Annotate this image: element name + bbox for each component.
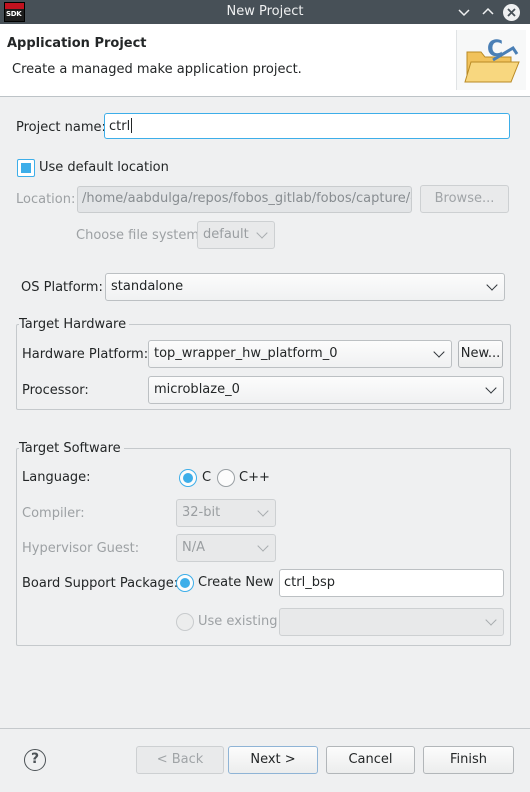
next-button[interactable]: Next > xyxy=(228,746,318,774)
hardware-platform-value: top_wrapper_hw_platform_0 xyxy=(154,346,338,361)
chevron-down-icon xyxy=(256,227,268,239)
target-software-title: Target Software xyxy=(19,441,124,456)
title-bar[interactable]: SDK New Project xyxy=(0,0,530,24)
processor-value: microblaze_0 xyxy=(154,382,240,397)
hardware-platform-label: Hardware Platform: xyxy=(22,347,149,362)
browse-button[interactable]: Browse... xyxy=(420,185,509,213)
wizard-header: Application Project Create a managed mak… xyxy=(0,24,530,97)
hardware-platform-select[interactable]: top_wrapper_hw_platform_0 xyxy=(148,340,452,368)
compiler-value: 32-bit xyxy=(182,505,221,520)
chevron-down-icon xyxy=(485,382,497,394)
project-name-input[interactable]: ctrl xyxy=(104,113,510,139)
footer-divider xyxy=(0,728,530,729)
window-title: New Project xyxy=(226,4,304,19)
language-cpp-label: C++ xyxy=(239,470,270,485)
page-title: Application Project xyxy=(7,36,147,51)
hypervisor-guest-value: N/A xyxy=(182,540,205,555)
bsp-use-existing-radio[interactable] xyxy=(176,613,194,631)
language-c-label: C xyxy=(202,470,212,485)
bsp-create-new-label: Create New xyxy=(198,575,274,590)
os-platform-select[interactable]: standalone xyxy=(105,273,505,301)
project-name-value: ctrl xyxy=(109,119,131,134)
finish-button[interactable]: Finish xyxy=(423,746,514,774)
language-cpp-radio[interactable] xyxy=(217,469,235,487)
processor-label: Processor: xyxy=(22,383,89,398)
hypervisor-guest-select[interactable]: N/A xyxy=(176,534,276,562)
project-name-label: Project name: xyxy=(16,120,106,135)
back-button[interactable]: < Back xyxy=(136,746,224,774)
maximize-button[interactable] xyxy=(479,3,497,21)
bsp-use-existing-label: Use existing xyxy=(198,614,278,629)
processor-select[interactable]: microblaze_0 xyxy=(148,376,504,404)
file-system-select[interactable]: default xyxy=(197,221,275,249)
bsp-existing-select[interactable] xyxy=(279,608,504,636)
chevron-down-icon xyxy=(257,540,269,552)
help-icon[interactable]: ? xyxy=(24,749,46,771)
board-support-package-label: Board Support Package: xyxy=(22,576,179,591)
language-label: Language: xyxy=(22,470,91,485)
use-default-location-checkbox[interactable] xyxy=(17,159,35,177)
file-system-label: Choose file system: xyxy=(76,228,204,243)
use-default-location-label: Use default location xyxy=(39,160,169,175)
language-c-radio[interactable] xyxy=(179,469,197,487)
bsp-name-input[interactable]: ctrl_bsp xyxy=(279,569,504,597)
close-button[interactable] xyxy=(503,4,520,21)
chevron-down-icon xyxy=(433,346,445,358)
new-hardware-button[interactable]: New... xyxy=(458,340,503,368)
c-project-folder-icon: C xyxy=(456,30,526,90)
location-label: Location: xyxy=(16,192,76,207)
bsp-create-new-radio[interactable] xyxy=(176,574,194,592)
chevron-down-icon xyxy=(486,279,498,291)
text-caret xyxy=(131,118,133,133)
minimize-button[interactable] xyxy=(455,3,473,21)
chevron-down-icon xyxy=(257,505,269,517)
close-icon xyxy=(507,8,516,17)
target-hardware-title: Target Hardware xyxy=(19,317,130,332)
compiler-select[interactable]: 32-bit xyxy=(176,499,276,527)
os-platform-value: standalone xyxy=(111,279,184,294)
location-input[interactable]: /home/aabdulga/repos/fobos_gitlab/fobos/… xyxy=(77,186,412,213)
chevron-up-icon xyxy=(482,7,494,15)
compiler-label: Compiler: xyxy=(22,506,85,521)
page-description: Create a managed make application projec… xyxy=(12,62,302,77)
hypervisor-guest-label: Hypervisor Guest: xyxy=(22,541,140,556)
chevron-down-icon xyxy=(485,614,497,626)
os-platform-label: OS Platform: xyxy=(21,280,103,295)
chevron-down-icon xyxy=(458,9,470,17)
file-system-value: default xyxy=(203,227,249,242)
cancel-button[interactable]: Cancel xyxy=(326,746,415,774)
